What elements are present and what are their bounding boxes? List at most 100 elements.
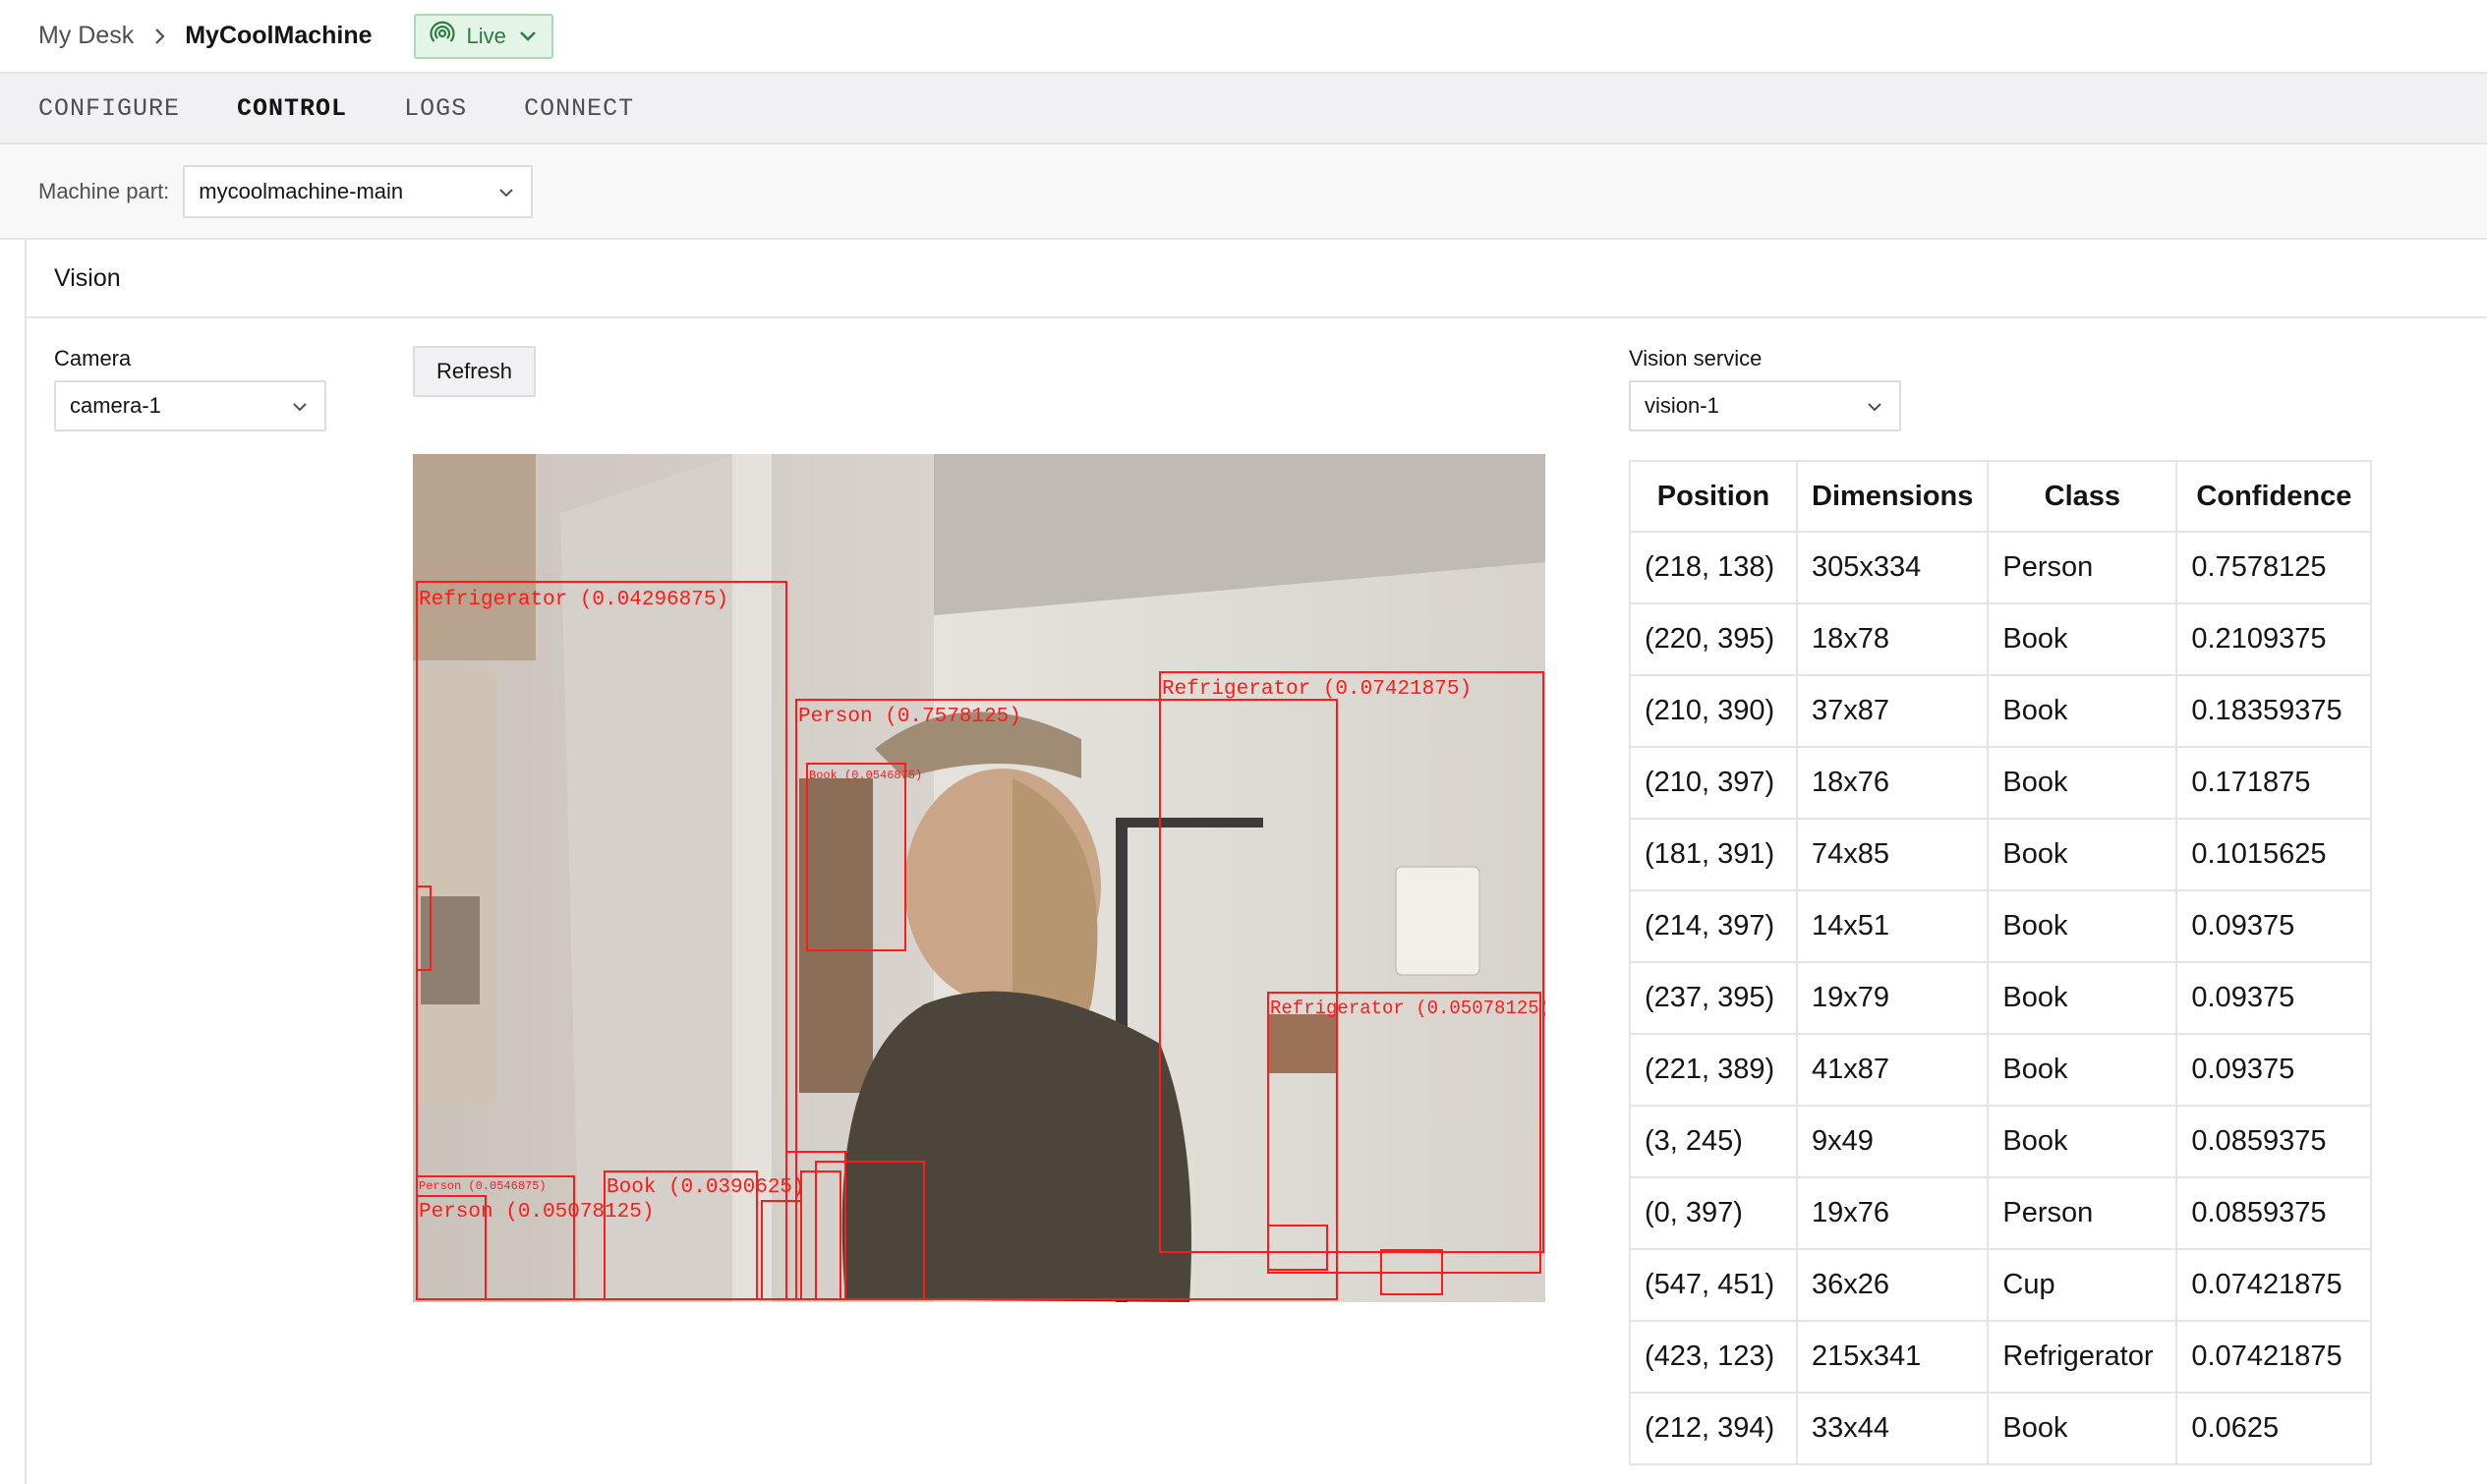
detection-box <box>815 1161 925 1300</box>
cell-position: (210, 397) <box>1629 746 1798 820</box>
cell-class: Book <box>1987 746 2178 820</box>
machine-part-bar: Machine part: mycoolmachine-main <box>0 144 2487 240</box>
table-row: (214, 397) 14x51 Book 0.09375 <box>1629 889 2373 963</box>
tab-connect[interactable]: CONNECT <box>524 94 634 123</box>
column-header-position: Position <box>1629 460 1798 533</box>
table-row: (3, 245) 9x49 Book 0.0859375 <box>1629 1105 2373 1178</box>
cell-position: (214, 397) <box>1629 889 1798 963</box>
tab-logs[interactable]: LOGS <box>404 94 467 123</box>
tab-configure[interactable]: CONFIGURE <box>38 94 180 123</box>
tab-control[interactable]: CONTROL <box>237 94 347 123</box>
detection-label: Refrigerator (0.07421875) <box>1162 678 1472 701</box>
table-row: (237, 395) 19x79 Book 0.09375 <box>1629 961 2373 1035</box>
cell-confidence: 0.09375 <box>2175 889 2373 963</box>
camera-select[interactable]: camera-1 <box>54 380 326 431</box>
detection-label: Book (0.0390625) <box>607 1176 805 1199</box>
table-row: (181, 391) 74x85 Book 0.1015625 <box>1629 818 2373 891</box>
signal-icon <box>429 21 455 52</box>
cell-dimensions: 19x76 <box>1795 1176 1990 1250</box>
table-body: (218, 138) 305x334 Person 0.7578125 (220, 39… <box>1629 531 2373 1465</box>
chevron-down-icon <box>1866 393 1883 419</box>
cell-confidence: 0.09375 <box>2175 1033 2373 1107</box>
table-row: (210, 390) 37x87 Book 0.18359375 <box>1629 674 2373 748</box>
cell-confidence: 0.0859375 <box>2175 1105 2373 1178</box>
tab-bar: CONFIGURE CONTROL LOGS CONNECT <box>0 74 2487 144</box>
cell-position: (181, 391) <box>1629 818 1798 891</box>
chevron-down-icon <box>291 393 309 419</box>
cell-position: (220, 395) <box>1629 602 1798 676</box>
cell-dimensions: 41x87 <box>1795 1033 1990 1107</box>
camera-label: Camera <box>54 346 132 371</box>
detection-label: Refrigerator (0.05078125) <box>1270 998 1545 1019</box>
vision-service-value: vision-1 <box>1645 393 1719 418</box>
cell-position: (221, 389) <box>1629 1033 1798 1107</box>
table-header-row: Position Dimensions Class Confidence <box>1629 460 2373 533</box>
cell-confidence: 0.07421875 <box>2175 1320 2373 1394</box>
cell-position: (218, 138) <box>1629 531 1798 604</box>
cell-confidence: 0.18359375 <box>2175 674 2373 748</box>
cell-dimensions: 33x44 <box>1795 1392 1990 1465</box>
card-title: Vision <box>27 240 2487 318</box>
machine-part-select[interactable]: mycoolmachine-main <box>183 164 534 218</box>
cell-position: (423, 123) <box>1629 1320 1798 1394</box>
table-row: (0, 397) 19x76 Person 0.0859375 <box>1629 1176 2373 1250</box>
cell-confidence: 0.07421875 <box>2175 1248 2373 1322</box>
cell-dimensions: 305x334 <box>1795 531 1990 604</box>
cell-dimensions: 18x76 <box>1795 746 1990 820</box>
cell-class: Refrigerator <box>1987 1320 2178 1394</box>
cell-dimensions: 74x85 <box>1795 818 1990 891</box>
cell-position: (3, 245) <box>1629 1105 1798 1178</box>
cell-class: Book <box>1987 1392 2178 1465</box>
table-row: (547, 451) 36x26 Cup 0.07421875 <box>1629 1248 2373 1322</box>
detection-overlay: Refrigerator (0.04296875) Person (0.7578… <box>416 581 1545 1300</box>
table-row: (221, 389) 41x87 Book 0.09375 <box>1629 1033 2373 1107</box>
cell-position: (547, 451) <box>1629 1248 1798 1322</box>
detection-box <box>800 1170 841 1300</box>
cell-position: (212, 394) <box>1629 1392 1798 1465</box>
table-row: (218, 138) 305x334 Person 0.7578125 <box>1629 531 2373 604</box>
cell-confidence: 0.7578125 <box>2175 531 2373 604</box>
cell-dimensions: 14x51 <box>1795 889 1990 963</box>
machine-part-label: Machine part: <box>38 178 170 203</box>
top-bar: My Desk MyCoolMachine Live <box>0 0 2487 74</box>
detection-box <box>1267 1225 1328 1271</box>
detection-box <box>416 885 432 971</box>
cell-class: Book <box>1987 889 2178 963</box>
cell-dimensions: 37x87 <box>1795 674 1990 748</box>
camera-value: camera-1 <box>70 393 161 418</box>
detection-label: Book (0.0546875) <box>809 769 922 782</box>
table-row: (423, 123) 215x341 Refrigerator 0.07421875 <box>1629 1320 2373 1394</box>
column-header-class: Class <box>1987 460 2178 533</box>
chevron-down-icon <box>518 24 538 49</box>
refresh-button[interactable]: Refresh <box>413 346 536 397</box>
cell-position: (0, 397) <box>1629 1176 1798 1250</box>
detection-box <box>795 699 1338 1300</box>
cell-confidence: 0.0625 <box>2175 1392 2373 1465</box>
cell-dimensions: 215x341 <box>1795 1320 1990 1394</box>
cell-confidence: 0.171875 <box>2175 746 2373 820</box>
machine-part-value: mycoolmachine-main <box>199 178 404 203</box>
table-row: (212, 394) 33x44 Book 0.0625 <box>1629 1392 2373 1465</box>
table-row: (210, 397) 18x76 Book 0.171875 <box>1629 746 2373 820</box>
cell-class: Cup <box>1987 1248 2178 1322</box>
cell-confidence: 0.1015625 <box>2175 818 2373 891</box>
detections-table: Position Dimensions Class Confidence (21… <box>1629 460 2373 1465</box>
cell-dimensions: 36x26 <box>1795 1248 1990 1322</box>
detection-box <box>1159 671 1544 1253</box>
vision-service-label: Vision service <box>1629 346 1763 371</box>
breadcrumb-root[interactable]: My Desk <box>38 22 134 50</box>
status-label: Live <box>466 23 506 48</box>
vision-service-select[interactable]: vision-1 <box>1629 380 1901 431</box>
detection-label: Person (0.05078125) <box>419 1201 654 1224</box>
cell-confidence: 0.0859375 <box>2175 1176 2373 1250</box>
cell-class: Book <box>1987 1105 2178 1178</box>
cell-confidence: 0.2109375 <box>2175 602 2373 676</box>
vision-card: Vision Camera camera-1 Refresh Refrigera… <box>25 240 2487 1484</box>
cell-class: Book <box>1987 674 2178 748</box>
cell-dimensions: 18x78 <box>1795 602 1990 676</box>
detection-box <box>1267 992 1541 1274</box>
status-badge[interactable]: Live <box>413 13 553 59</box>
table-row: (220, 395) 18x78 Book 0.2109375 <box>1629 602 2373 676</box>
camera-feed: Refrigerator (0.04296875) Person (0.7578… <box>413 454 1545 1302</box>
detection-label: Person (0.7578125) <box>798 706 1021 728</box>
